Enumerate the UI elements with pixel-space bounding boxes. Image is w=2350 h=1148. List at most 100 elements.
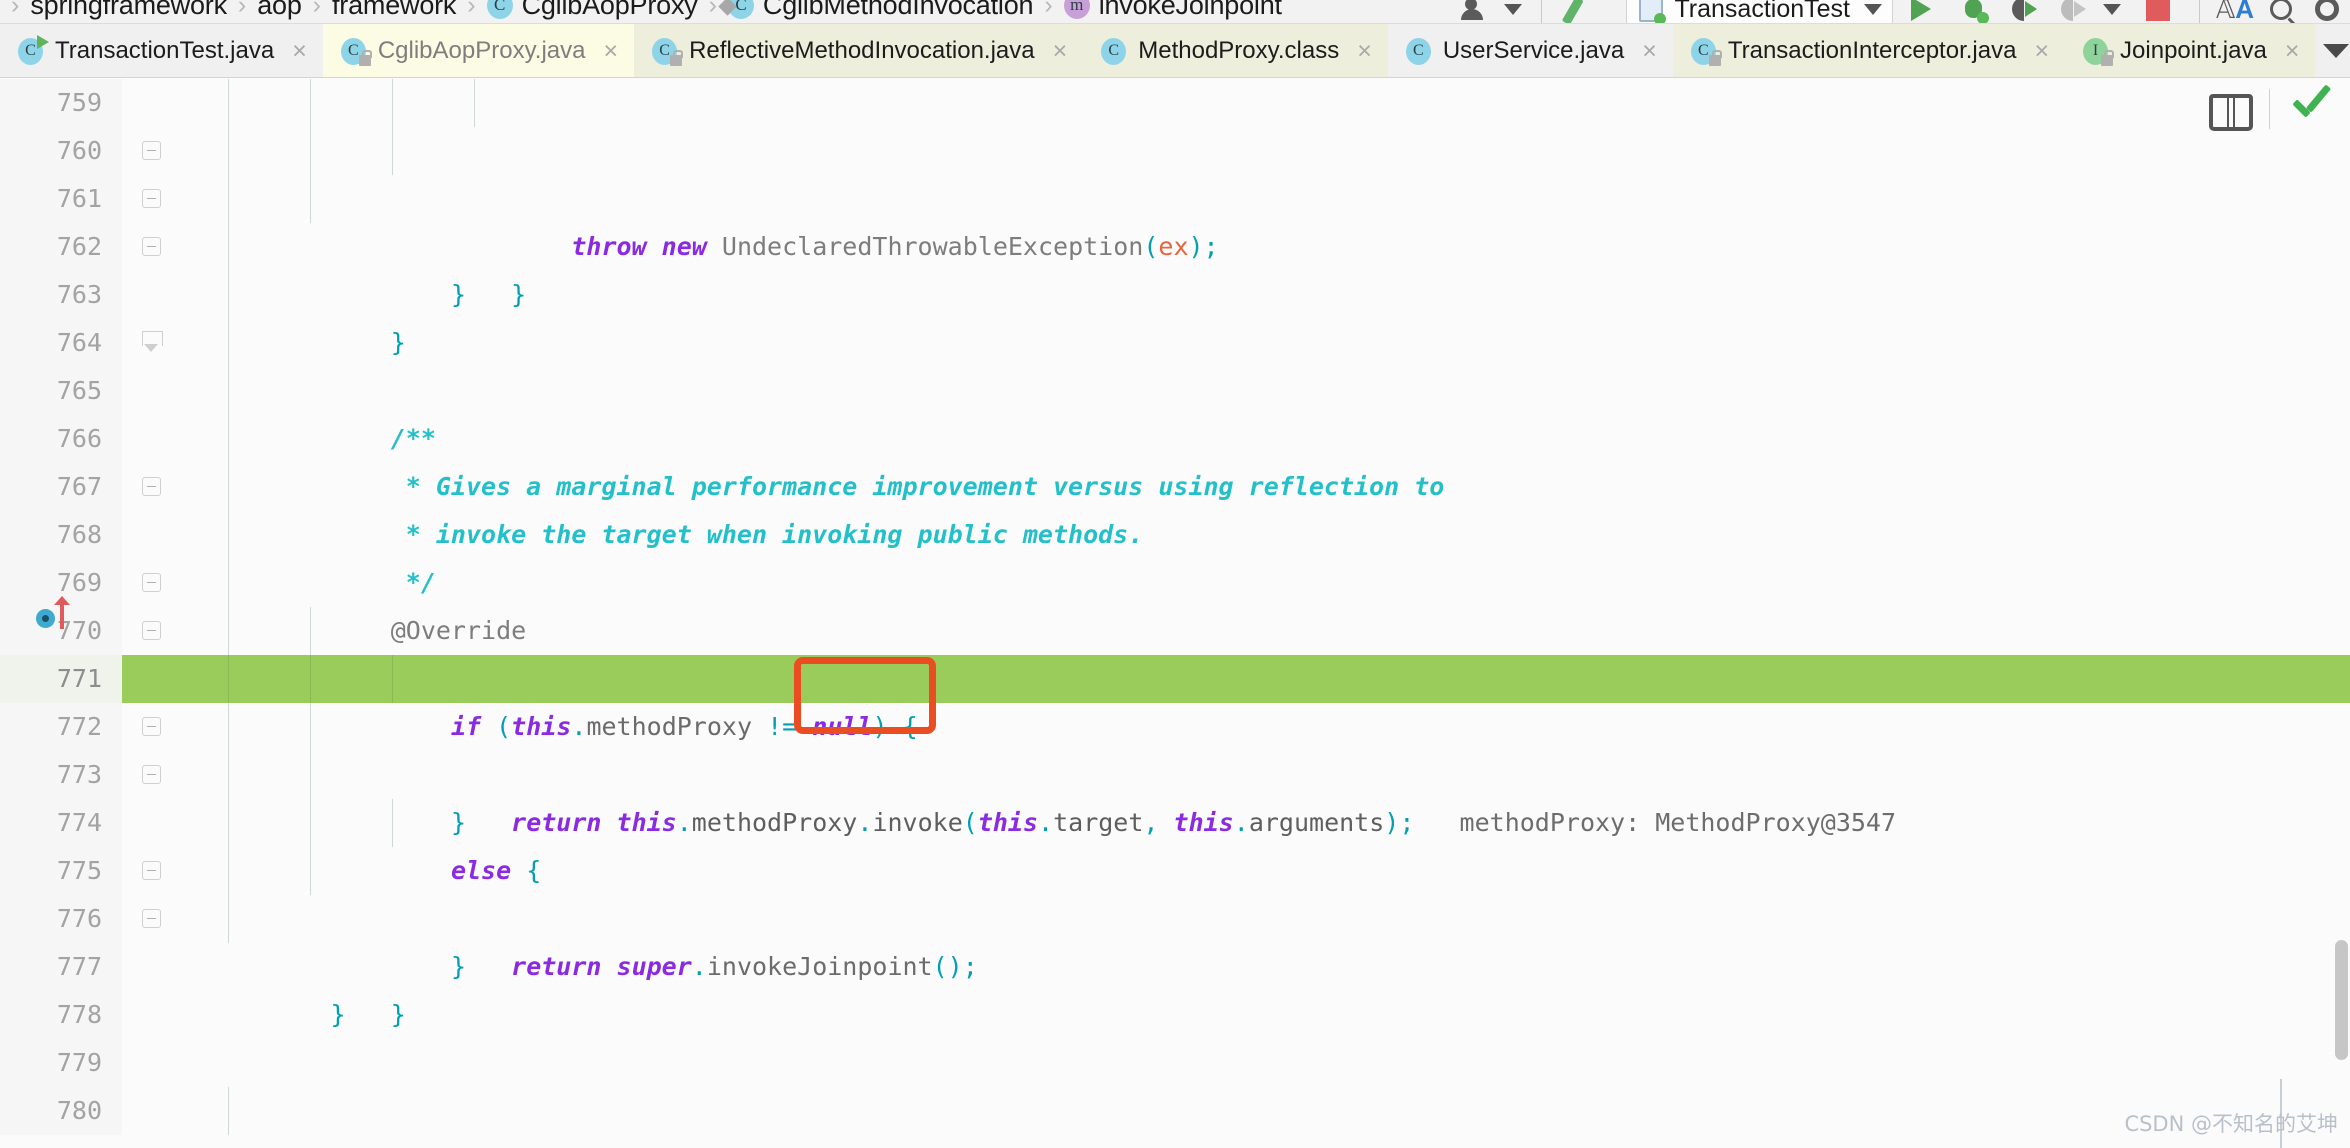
close-icon[interactable]: × bbox=[1642, 38, 1657, 64]
fold-gutter[interactable] bbox=[122, 79, 180, 127]
breadcrumb-item-springframework[interactable]: springframework bbox=[30, 0, 227, 21]
editor-tab-reflectivemethodinvocation[interactable]: C ReflectiveMethodInvocation.java × bbox=[634, 24, 1084, 77]
code-row: 769 protected Object invokeJoinpoint() t… bbox=[0, 559, 2350, 693]
code-text: if (this.methodProxy != null) { bbox=[180, 607, 2350, 741]
fold-gutter[interactable] bbox=[122, 415, 180, 463]
fold-gutter[interactable] bbox=[122, 463, 180, 511]
breadcrumb-item-invokejoinpoint[interactable]: m invokeJoinpoint bbox=[1063, 0, 1282, 21]
fold-gutter[interactable] bbox=[122, 991, 180, 1039]
user-avatar-icon[interactable] bbox=[1453, 0, 1499, 23]
chevron-down-icon[interactable] bbox=[1499, 0, 1529, 23]
book-icon[interactable] bbox=[2209, 92, 2253, 131]
close-icon[interactable]: × bbox=[1053, 38, 1068, 64]
close-icon[interactable]: × bbox=[1357, 38, 1372, 64]
fold-gutter[interactable] bbox=[122, 271, 180, 319]
code-row: 765 * Gives a marginal performance impro… bbox=[0, 367, 2350, 501]
line-number: 764 bbox=[0, 319, 122, 367]
fold-gutter[interactable] bbox=[122, 847, 180, 895]
line-number: 768 bbox=[0, 511, 122, 559]
line-number: 777 bbox=[0, 943, 122, 991]
breadcrumb: › springframework › aop › framework › C … bbox=[0, 0, 1282, 23]
line-number: 763 bbox=[0, 271, 122, 319]
close-icon[interactable]: × bbox=[292, 38, 307, 64]
breadcrumb-item-aop[interactable]: aop bbox=[257, 0, 302, 21]
fold-gutter[interactable] bbox=[122, 1039, 180, 1087]
fold-gutter[interactable] bbox=[122, 559, 180, 607]
green-check-icon[interactable] bbox=[2290, 93, 2334, 123]
chevron-down-icon[interactable] bbox=[2323, 43, 2350, 58]
code-row: 773 else { bbox=[0, 751, 2350, 885]
fold-gutter[interactable] bbox=[122, 367, 180, 415]
gear-icon[interactable] bbox=[2304, 0, 2350, 23]
fold-collapse-icon bbox=[142, 621, 161, 640]
search-magnifier-icon[interactable] bbox=[2258, 0, 2304, 23]
translate-xa-icon[interactable]: 𝔸A bbox=[2212, 0, 2258, 23]
tab-label: MethodProxy.class bbox=[1138, 37, 1340, 64]
vertical-scrollbar-thumb[interactable] bbox=[2335, 940, 2348, 1060]
stop-button[interactable] bbox=[2129, 0, 2187, 23]
code-text: * invoke the target when invoking public… bbox=[180, 415, 2350, 549]
editor-tab-bar: C TransactionTest.java × C CglibAopProxy… bbox=[0, 24, 2350, 78]
code-row: 778 bbox=[0, 991, 2350, 1039]
line-number: 780 bbox=[0, 1087, 122, 1135]
editor-tab-joinpoint[interactable]: I Joinpoint.java × bbox=[2065, 24, 2316, 77]
method-icon: m bbox=[1063, 0, 1090, 19]
breadcrumb-item-cglibmethodinvocation[interactable]: C CglibMethodInvocation bbox=[727, 0, 1034, 21]
code-text: } bbox=[180, 175, 2350, 309]
fold-gutter[interactable] bbox=[122, 223, 180, 271]
fold-gutter[interactable] bbox=[122, 1087, 180, 1135]
line-number: 771 bbox=[0, 655, 122, 703]
code-text: } bbox=[180, 127, 2350, 309]
editor-tab-transactioninterceptor[interactable]: C TransactionInterceptor.java × bbox=[1672, 24, 2066, 77]
profiler-chevron-down-icon[interactable] bbox=[2097, 0, 2129, 23]
navigation-bar: › springframework › aop › framework › C … bbox=[0, 0, 2350, 24]
run-with-profiler-button[interactable] bbox=[2049, 0, 2097, 23]
tab-bar-controls bbox=[2315, 24, 2350, 77]
breadcrumb-item-framework[interactable]: framework bbox=[332, 0, 456, 21]
fold-gutter[interactable] bbox=[122, 799, 180, 847]
editor-tab-transactiontest[interactable]: C TransactionTest.java × bbox=[0, 24, 323, 77]
close-icon[interactable]: × bbox=[2285, 38, 2300, 64]
run-button[interactable] bbox=[1893, 0, 1949, 23]
code-text: return this.methodProxy.invoke(this.targ… bbox=[180, 655, 2350, 837]
code-row: 768 @Override bbox=[0, 511, 2350, 645]
debug-button[interactable] bbox=[1949, 0, 1999, 23]
fold-collapse-icon bbox=[142, 909, 161, 928]
build-hammer-icon[interactable] bbox=[1554, 0, 1600, 23]
breadcrumb-label: CglibAopProxy bbox=[521, 0, 698, 20]
code-row: 763 bbox=[0, 271, 2350, 319]
breadcrumb-separator: › bbox=[1044, 0, 1053, 19]
editor-tab-methodproxy-class[interactable]: C MethodProxy.class × bbox=[1083, 24, 1388, 77]
fold-gutter[interactable] bbox=[122, 511, 180, 559]
code-row: 764 /** bbox=[0, 319, 2350, 453]
java-interface-icon: I bbox=[2083, 37, 2115, 66]
fold-gutter[interactable] bbox=[122, 127, 180, 175]
fold-gutter[interactable] bbox=[122, 703, 180, 751]
fold-gutter[interactable] bbox=[122, 175, 180, 223]
code-editor[interactable]: 759 throw new UndeclaredThrowableExcepti… bbox=[0, 79, 2350, 1148]
line-number: 765 bbox=[0, 367, 122, 415]
fold-gutter[interactable] bbox=[122, 655, 180, 703]
editor-tab-cglibaopproxy[interactable]: C CglibAopProxy.java × bbox=[322, 24, 635, 77]
code-row: 777 } bbox=[0, 943, 2350, 1029]
line-number: 779 bbox=[0, 1039, 122, 1087]
run-with-coverage-button[interactable] bbox=[1999, 0, 2049, 23]
close-icon[interactable]: × bbox=[2034, 38, 2049, 64]
fold-expand-icon bbox=[142, 331, 163, 354]
code-row: 770 if (this.methodProxy != null) { bbox=[0, 607, 2350, 741]
code-row-highlighted: 771 return this.methodProxy.invoke(this.… bbox=[0, 655, 2350, 837]
fold-gutter[interactable] bbox=[122, 751, 180, 799]
toolbar-divider bbox=[2199, 0, 2200, 23]
code-text: } bbox=[180, 895, 2350, 1029]
editor-tab-userservice[interactable]: C UserService.java × bbox=[1387, 24, 1673, 77]
breadcrumb-item-cglibaopproxy[interactable]: C CglibAopProxy bbox=[486, 0, 698, 21]
close-icon[interactable]: × bbox=[603, 38, 618, 64]
fold-gutter[interactable] bbox=[122, 319, 180, 367]
breadcrumb-separator: › bbox=[467, 0, 476, 19]
fold-gutter[interactable] bbox=[122, 607, 180, 655]
fold-collapse-icon bbox=[142, 861, 161, 880]
code-text: /** bbox=[180, 1087, 2350, 1135]
run-configuration-selector[interactable]: TransactionTest bbox=[1626, 0, 1893, 23]
fold-gutter[interactable] bbox=[122, 895, 180, 943]
fold-gutter[interactable] bbox=[122, 943, 180, 991]
